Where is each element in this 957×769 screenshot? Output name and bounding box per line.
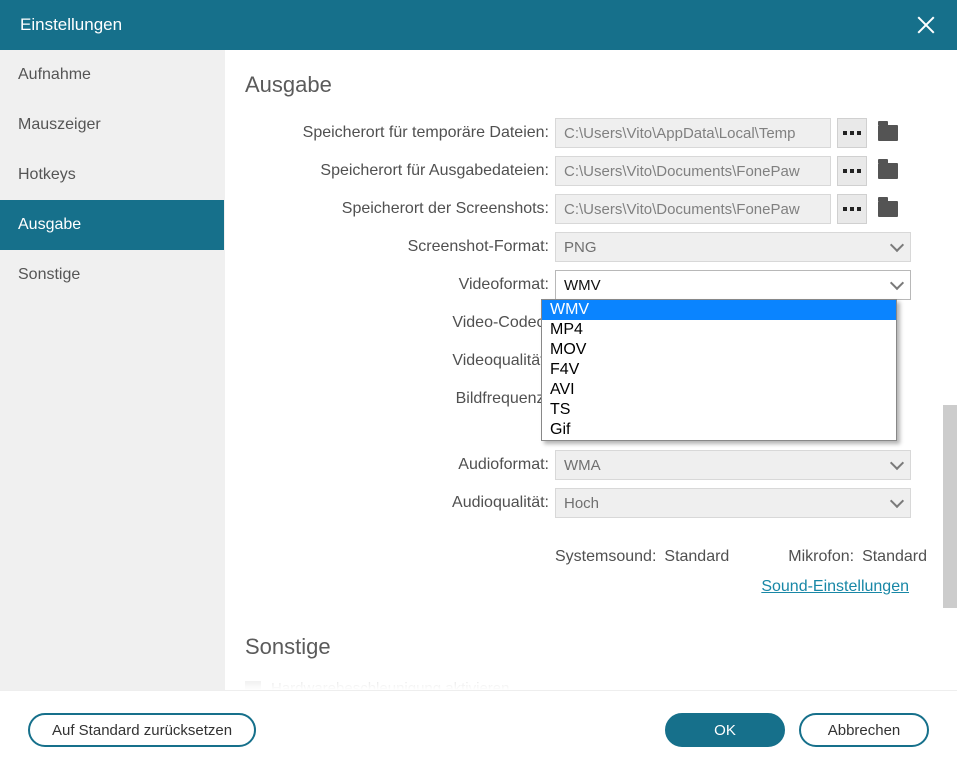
chevron-down-icon	[890, 238, 904, 252]
sidebar-item-label: Sonstige	[18, 266, 80, 284]
folder-icon	[878, 163, 898, 179]
label-video-quality: Videoqualität:	[245, 352, 555, 370]
open-output-folder-button[interactable]	[873, 156, 903, 186]
sidebar-item-hotkeys[interactable]: Hotkeys	[0, 150, 224, 200]
dots-icon	[843, 169, 861, 173]
sidebar-item-aufnahme[interactable]: Aufnahme	[0, 50, 224, 100]
folder-icon	[878, 125, 898, 141]
system-sound-value: Standard	[664, 548, 729, 566]
sidebar-item-mauszeiger[interactable]: Mauszeiger	[0, 100, 224, 150]
temp-path-field[interactable]: C:\Users\Vito\AppData\Local\Temp	[555, 118, 831, 148]
folder-icon	[878, 201, 898, 217]
sidebar-item-ausgabe[interactable]: Ausgabe	[0, 200, 224, 250]
label-temp-path: Speicherort für temporäre Dateien:	[245, 124, 555, 142]
label-framerate: Bildfrequenz:	[245, 390, 555, 408]
label-screenshot-path: Speicherort der Screenshots:	[245, 200, 555, 218]
video-format-select[interactable]: WMV	[555, 270, 911, 300]
video-format-option[interactable]: WMV	[542, 300, 896, 320]
audio-quality-select[interactable]: Hoch	[555, 488, 911, 518]
output-path-field[interactable]: C:\Users\Vito\Documents\FonePaw	[555, 156, 831, 186]
cancel-button[interactable]: Abbrechen	[799, 713, 929, 747]
video-format-option[interactable]: F4V	[542, 360, 896, 380]
chevron-down-icon	[890, 276, 904, 290]
mic-label: Mikrofon:	[788, 548, 854, 566]
browse-temp-button[interactable]	[837, 118, 867, 148]
close-icon[interactable]	[915, 14, 937, 36]
browse-output-button[interactable]	[837, 156, 867, 186]
window-title: Einstellungen	[20, 15, 122, 35]
screenshot-path-field[interactable]: C:\Users\Vito\Documents\FonePaw	[555, 194, 831, 224]
chevron-down-icon	[890, 456, 904, 470]
sound-settings-link[interactable]: Sound-Einstellungen	[761, 578, 909, 595]
label-output-path: Speicherort für Ausgabedateien:	[245, 162, 555, 180]
audio-format-select[interactable]: WMA	[555, 450, 911, 480]
sidebar-item-label: Ausgabe	[18, 216, 81, 234]
open-temp-folder-button[interactable]	[873, 118, 903, 148]
label-video-format: Videoformat:	[245, 276, 555, 294]
section-heading-other: Sonstige	[245, 634, 927, 660]
chevron-down-icon	[890, 494, 904, 508]
video-format-option[interactable]: Gif	[542, 420, 896, 440]
sidebar-item-label: Hotkeys	[18, 166, 76, 184]
video-format-option[interactable]: AVI	[542, 380, 896, 400]
video-format-option[interactable]: MP4	[542, 320, 896, 340]
checkbox-icon[interactable]	[245, 681, 261, 691]
hw-accel-label: Hardwarebeschleunigung aktivieren	[271, 680, 509, 690]
video-format-option[interactable]: MOV	[542, 340, 896, 360]
sidebar-item-sonstige[interactable]: Sonstige	[0, 250, 224, 300]
sidebar: Aufnahme Mauszeiger Hotkeys Ausgabe Sons…	[0, 50, 225, 690]
ok-button[interactable]: OK	[665, 713, 785, 747]
browse-screenshot-button[interactable]	[837, 194, 867, 224]
mic-value: Standard	[862, 548, 927, 566]
titlebar: Einstellungen	[0, 0, 957, 50]
dots-icon	[843, 207, 861, 211]
video-format-dropdown[interactable]: WMVMP4MOVF4VAVITSGif	[541, 299, 897, 441]
body-area: Aufnahme Mauszeiger Hotkeys Ausgabe Sons…	[0, 50, 957, 690]
sidebar-item-label: Aufnahme	[18, 66, 91, 84]
video-format-option[interactable]: TS	[542, 400, 896, 420]
sidebar-item-label: Mauszeiger	[18, 116, 101, 134]
reset-button[interactable]: Auf Standard zurücksetzen	[28, 713, 256, 747]
label-screenshot-format: Screenshot-Format:	[245, 238, 555, 256]
open-screenshot-folder-button[interactable]	[873, 194, 903, 224]
label-audio-format: Audioformat:	[245, 456, 555, 474]
footer: Auf Standard zurücksetzen OK Abbrechen	[0, 690, 957, 769]
audio-status-row: Systemsound: Standard Mikrofon: Standard	[555, 548, 927, 566]
scrollbar[interactable]	[943, 405, 957, 608]
dots-icon	[843, 131, 861, 135]
screenshot-format-select[interactable]: PNG	[555, 232, 911, 262]
label-audio-quality: Audioqualität:	[245, 494, 555, 512]
system-sound-label: Systemsound:	[555, 548, 656, 566]
hw-accel-row[interactable]: Hardwarebeschleunigung aktivieren	[245, 680, 927, 690]
content-pane: Ausgabe Speicherort für temporäre Dateie…	[225, 50, 957, 690]
section-heading-output: Ausgabe	[245, 72, 927, 98]
label-video-codec: Video-Codec:	[245, 314, 555, 332]
